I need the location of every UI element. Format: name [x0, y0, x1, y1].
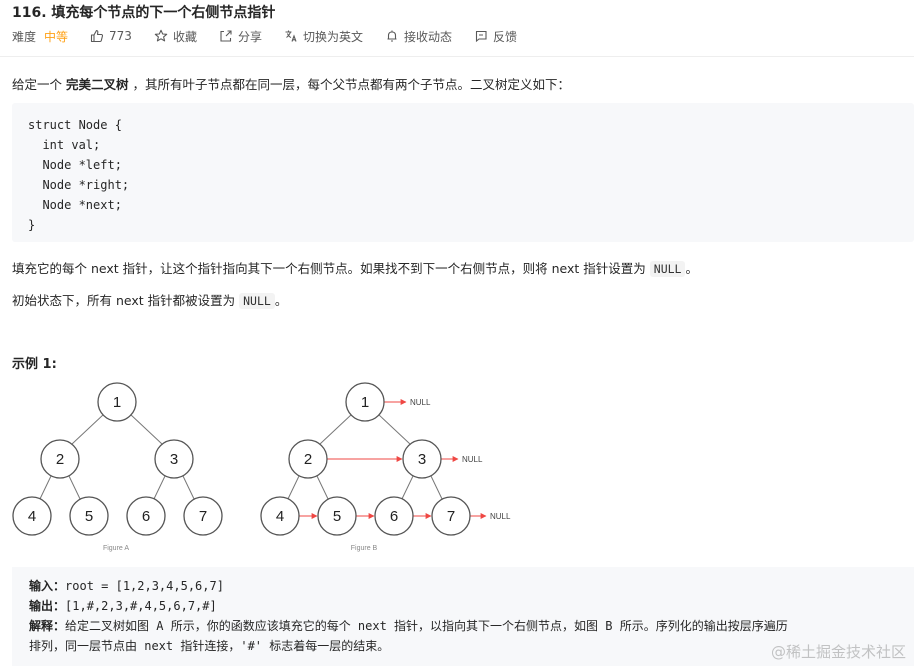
like-count: 773: [109, 29, 132, 43]
explain-text: 给定二叉树如图 A 所示，你的函数应该填充它的每个 next 指针，以指向其下一…: [65, 619, 788, 633]
figure-a-node-1: 1: [97, 382, 137, 422]
figure-a-node-3: 3: [154, 439, 194, 479]
subscribe-button[interactable]: 接收动态: [385, 28, 452, 45]
node-label: 4: [28, 508, 36, 525]
difficulty-label: 难度: [12, 29, 37, 44]
feedback-button[interactable]: 反馈: [474, 28, 517, 45]
null-label: NULL: [410, 398, 431, 407]
feedback-icon: [475, 30, 487, 43]
figure-a-node-4: 4: [12, 496, 52, 536]
example-output: 输出：[1,#,2,3,#,4,5,6,7,#]: [29, 596, 897, 616]
switch-language-label: 切换为英文: [302, 29, 363, 44]
figure-b-node-7: 7: [431, 496, 471, 536]
node-label: 7: [199, 508, 207, 525]
node-label: 5: [85, 508, 93, 525]
figure-a-node-5: 5: [69, 496, 109, 536]
node-label: 6: [390, 508, 398, 525]
desc-text: 。: [685, 261, 698, 276]
node-label: 7: [447, 508, 455, 525]
node-label: 2: [304, 451, 312, 468]
node-label: 5: [333, 508, 341, 525]
example-figure: 1 2 3 4 5 6 7 Figure A NULL NULL NULL 1 …: [12, 382, 511, 552]
explain-text: 排列，同一层节点由 next 指针连接，'#' 标志着每一层的结束。: [29, 639, 390, 653]
input-value: root = [1,2,3,4,5,6,7]: [65, 579, 224, 593]
problem-meta-bar: 难度 中等 773 收藏 分享 切换为英文 接收动态 反馈: [12, 28, 539, 44]
null-label: NULL: [490, 512, 511, 521]
problem-title: 116. 填充每个节点的下一个右侧节点指针: [12, 5, 276, 21]
share-icon: [220, 30, 232, 42]
example-title: 示例 1:: [12, 357, 57, 372]
feedback-label: 反馈: [493, 29, 518, 44]
header-divider: [0, 56, 914, 57]
node-label: 3: [418, 451, 426, 468]
share-button[interactable]: 分享: [219, 28, 262, 45]
figure-b-node-5: 5: [317, 496, 357, 536]
difficulty-value: 中等: [44, 29, 69, 44]
desc-text: 填充它的每个 next 指针，让这个指针指向其下一个右侧节点。如果找不到下一个右…: [12, 261, 650, 276]
favorite-label: 收藏: [172, 29, 197, 44]
translate-icon: [285, 30, 297, 42]
inline-code-null: NULL: [239, 293, 275, 309]
desc-bold-text: 完美二叉树: [65, 77, 129, 92]
figure-a-caption: Figure A: [103, 545, 129, 552]
favorite-button[interactable]: 收藏: [154, 28, 197, 45]
null-label: NULL: [462, 455, 483, 464]
difficulty: 难度 中等: [12, 28, 68, 45]
figure-b-caption: Figure B: [351, 545, 378, 552]
output-label: 输出：: [29, 599, 66, 613]
figure-b-node-2: 2: [288, 439, 328, 479]
star-icon: [154, 29, 168, 42]
switch-language-button[interactable]: 切换为英文: [284, 28, 363, 45]
figure-b-node-4: 4: [260, 496, 300, 536]
figure-b-node-6: 6: [374, 496, 414, 536]
figure-a-node-7: 7: [183, 496, 223, 536]
desc-text: 。: [274, 293, 288, 308]
description-paragraph-1: 给定一个 完美二叉树 ，其所有叶子节点都在同一层，每个父节点都有两个子节点。二叉…: [12, 74, 570, 93]
struct-code: struct Node { int val; Node *left; Node …: [28, 118, 130, 232]
example-explanation-cont: 排列，同一层节点由 next 指针连接，'#' 标志着每一层的结束。: [29, 636, 897, 656]
subscribe-label: 接收动态: [403, 29, 452, 44]
explain-label: 解释：: [29, 619, 66, 633]
inline-code-null: NULL: [649, 261, 686, 277]
output-value: [1,#,2,3,#,4,5,6,7,#]: [65, 599, 217, 613]
thumbs-up-icon: [90, 29, 104, 43]
figure-a-node-2: 2: [40, 439, 80, 479]
node-label: 2: [56, 451, 64, 468]
desc-text: 初始状态下，所有 next 指针都被设置为: [12, 293, 240, 308]
example-input: 输入：root = [1,2,3,4,5,6,7]: [29, 576, 897, 596]
input-label: 输入：: [29, 579, 66, 593]
share-label: 分享: [237, 29, 262, 44]
desc-text: 给定一个: [12, 77, 66, 92]
node-label: 3: [170, 451, 178, 468]
node-label: 6: [142, 508, 150, 525]
figure-b-node-3: 3: [402, 439, 442, 479]
example-explanation: 解释：给定二叉树如图 A 所示，你的函数应该填充它的每个 next 指针，以指向…: [29, 616, 897, 636]
watermark: @稀土掘金技术社区: [770, 643, 906, 661]
description-paragraph-3: 初始状态下，所有 next 指针都被设置为 NULL。: [12, 290, 287, 309]
node-label: 1: [361, 394, 369, 411]
description-paragraph-2: 填充它的每个 next 指针，让这个指针指向其下一个右侧节点。如果找不到下一个右…: [12, 258, 698, 277]
bell-icon: [387, 30, 397, 42]
figure-b-node-1: 1: [345, 382, 385, 422]
node-label: 4: [276, 508, 284, 525]
desc-text: ，其所有叶子节点都在同一层，每个父节点都有两个子节点。二叉树定义如下：: [128, 77, 570, 92]
figure-a-node-6: 6: [126, 496, 166, 536]
like-button[interactable]: 773: [90, 29, 132, 43]
node-label: 1: [113, 394, 121, 411]
struct-code-block: struct Node { int val; Node *left; Node …: [12, 103, 914, 242]
